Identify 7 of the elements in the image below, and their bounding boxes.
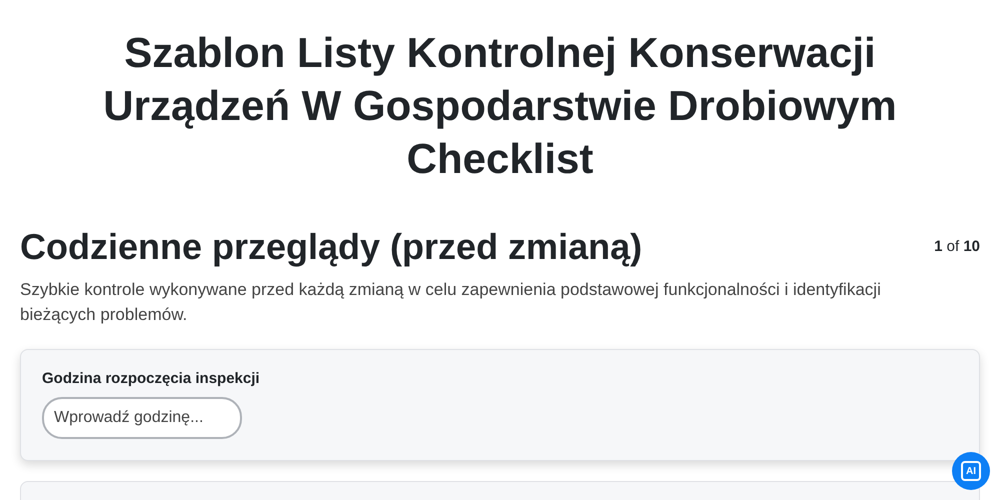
input-field[interactable]: Wprowadź godzinę...: [42, 397, 242, 439]
field-label: Godzina rozpoczęcia inspekcji: [42, 370, 261, 387]
page-title: Szablon Listy Kontrolnej Konserwacji Urządzeń W Gospodarstwie Drobiowym Checklist: [102, 28, 898, 184]
page-counter: 1 of 10: [934, 238, 980, 255]
section-description: Szybkie kontrole wykonywane przed każdą zmianą w celu zapewnienia podstawowej funkcjonalności i identyfikacji bieżących problemów.: [20, 279, 882, 326]
ai-button[interactable]: AI: [952, 452, 990, 490]
section-heading: Codzienne przeglądy (przed zmianą): [20, 225, 642, 269]
